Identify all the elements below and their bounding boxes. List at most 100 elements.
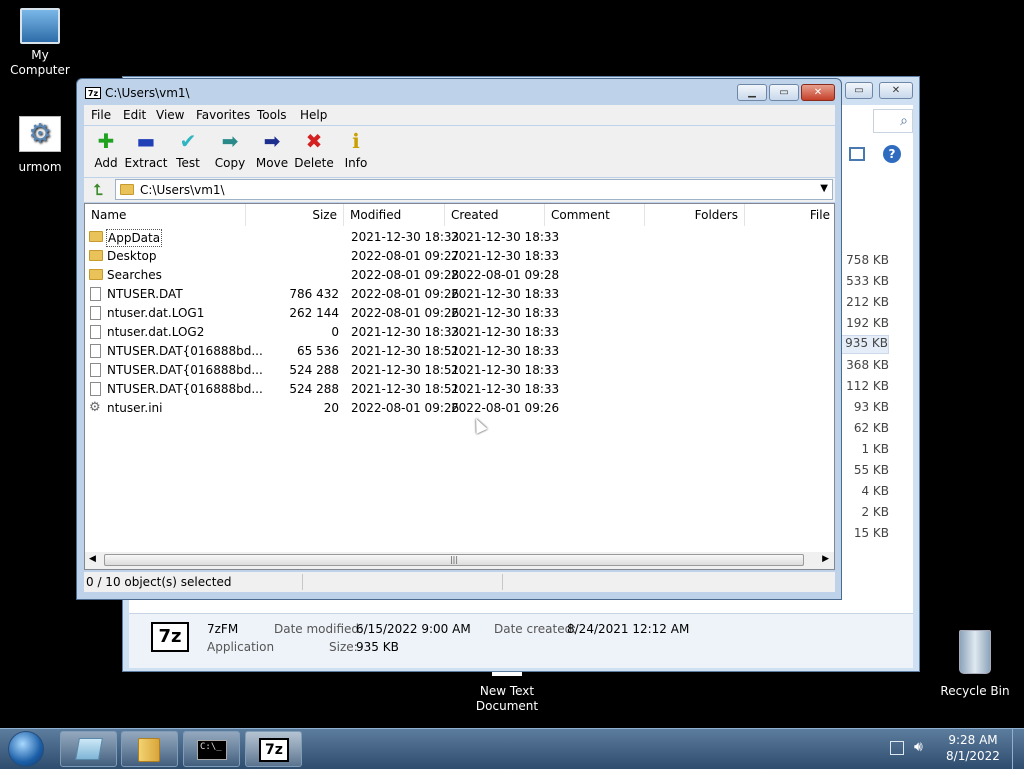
help-icon[interactable]: ? <box>883 145 901 163</box>
file-name: ntuser.ini <box>107 401 163 415</box>
list-item[interactable]: NTUSER.DAT 786 432 2022-08-01 09:26 2021… <box>85 285 834 304</box>
menu-edit[interactable]: Edit <box>123 108 146 122</box>
taskbar-7zip-button[interactable]: 7z <box>245 731 302 767</box>
size-value: 935 KB <box>356 640 399 654</box>
close-button[interactable]: ✕ <box>879 82 913 99</box>
scroll-left-icon[interactable]: ◀ <box>89 554 96 564</box>
taskbar-explorer-button[interactable] <box>121 731 178 767</box>
minimize-button[interactable]: ▁ <box>737 84 767 101</box>
file-created: 2021-12-30 18:33 <box>451 382 560 396</box>
info-label: Info <box>344 156 368 170</box>
notepad-icon <box>75 738 103 760</box>
start-orb-icon[interactable] <box>8 731 44 767</box>
file-created: 2021-12-30 18:33 <box>451 344 560 358</box>
address-text: C:\Users\vm1\ <box>140 183 225 197</box>
date-created-value: 8/24/2021 12:12 AM <box>567 622 690 636</box>
list-item[interactable]: Searches 2022-08-01 09:28 2022-08-01 09:… <box>85 266 834 285</box>
list-item[interactable]: Desktop 2022-08-01 09:27 2021-12-30 18:3… <box>85 247 834 266</box>
desktop-icon-my-computer[interactable]: My Computer <box>0 8 80 78</box>
test-button[interactable]: ✔ Test <box>166 126 210 170</box>
column-header-comment[interactable]: Comment <box>545 204 645 226</box>
clock[interactable]: 9:28 AM 8/1/2022 <box>940 732 1006 764</box>
status-text: 0 / 10 object(s) selected <box>86 575 232 589</box>
file-icon <box>90 363 101 377</box>
menu-help[interactable]: Help <box>300 108 327 122</box>
status-divider <box>502 574 503 590</box>
list-item[interactable]: ntuser.dat.LOG2 0 2021-12-30 18:33 2021-… <box>85 323 834 342</box>
maximize-button[interactable]: ▭ <box>845 82 873 99</box>
taskbar-cmd-button[interactable]: C:\_ <box>183 731 240 767</box>
file-size: 524 288 <box>289 363 339 377</box>
volume-icon[interactable]: 🔊︎ <box>914 739 923 755</box>
add-button[interactable]: ✚ Add <box>84 126 128 170</box>
menu-file[interactable]: File <box>91 108 111 122</box>
file-modified: 2022-08-01 09:26 <box>351 401 460 415</box>
file-list[interactable]: Name Size Modified Created Comment Folde… <box>84 203 835 570</box>
list-item[interactable]: NTUSER.DAT{016888bd... 524 288 2021-12-3… <box>85 361 834 380</box>
desktop-icon-urmom[interactable]: ⚙ urmom <box>0 116 80 175</box>
settings-file-icon: ⚙ <box>89 400 101 415</box>
folder-icon <box>89 231 103 242</box>
up-folder-button[interactable]: ⮤ <box>87 180 109 200</box>
chevron-down-icon[interactable]: ▼ <box>820 183 828 194</box>
copy-label: Copy <box>214 156 246 170</box>
address-input[interactable]: C:\Users\vm1\ ▼ <box>115 179 833 200</box>
list-item[interactable]: NTUSER.DAT{016888bd... 65 536 2021-12-30… <box>85 342 834 361</box>
column-header-file[interactable]: File <box>745 204 834 226</box>
list-item[interactable]: NTUSER.DAT{016888bd... 524 288 2021-12-3… <box>85 380 834 399</box>
file-size: 65 536 <box>297 344 339 358</box>
column-header-folders[interactable]: Folders <box>645 204 745 226</box>
menu-favorites[interactable]: Favorites <box>196 108 250 122</box>
horizontal-scrollbar[interactable]: ◀ ||| ▶ <box>85 552 834 569</box>
desktop-icon-new-text-document[interactable]: New Text Document <box>467 672 547 714</box>
folder-icon <box>138 738 160 762</box>
column-header-modified[interactable]: Modified <box>344 204 445 226</box>
show-desktop-button[interactable] <box>1012 729 1024 769</box>
delete-x-icon: ✖ <box>305 129 323 153</box>
file-icon <box>90 344 101 358</box>
date-modified-label: Date modified: <box>274 622 364 636</box>
info-button[interactable]: ℹ Info <box>334 126 378 170</box>
copy-button[interactable]: ➡ Copy <box>208 126 252 170</box>
delete-label: Delete <box>294 156 334 170</box>
address-bar: ⮤ C:\Users\vm1\ ▼ <box>84 178 835 202</box>
scroll-right-icon[interactable]: ▶ <box>822 554 829 564</box>
list-item[interactable]: ntuser.dat.LOG1 262 144 2022-08-01 09:26… <box>85 304 834 323</box>
file-name: ntuser.dat.LOG1 <box>107 306 205 320</box>
list-item[interactable]: ⚙ ntuser.ini 20 2022-08-01 09:26 2022-08… <box>85 399 834 418</box>
file-created: 2021-12-30 18:33 <box>451 249 560 263</box>
close-button[interactable]: ✕ <box>801 84 835 101</box>
info-icon: ℹ <box>352 129 360 153</box>
text-file-icon <box>492 672 522 676</box>
file-size: 262 144 <box>289 306 339 320</box>
taskbar-notepad-button[interactable] <box>60 731 117 767</box>
list-item[interactable]: AppData 2021-12-30 18:33 2021-12-30 18:3… <box>85 228 834 247</box>
desktop-icon-recycle-bin[interactable]: Recycle Bin <box>935 630 1015 699</box>
column-header-size[interactable]: Size <box>246 204 344 226</box>
file-icon <box>90 382 101 396</box>
search-icon[interactable]: ⌕ <box>873 109 913 133</box>
maximize-button[interactable]: ▭ <box>769 84 799 101</box>
scrollbar-thumb[interactable]: ||| <box>104 554 804 566</box>
menu-bar: File Edit View Favorites Tools Help <box>84 105 835 125</box>
details-name: 7zFM <box>207 622 239 636</box>
7z-icon: 7z <box>259 738 289 762</box>
file-size: 20 <box>323 401 339 415</box>
file-created: 2022-08-01 09:28 <box>451 268 560 282</box>
extract-button[interactable]: ▬ Extract <box>124 126 168 170</box>
delete-button[interactable]: ✖ Delete <box>292 126 336 170</box>
file-modified: 2021-12-30 18:51 <box>351 382 460 396</box>
network-icon[interactable] <box>890 741 904 755</box>
7zip-file-manager-window[interactable]: 7z C:\Users\vm1\ ▁ ▭ ✕ File Edit View Fa… <box>76 78 842 600</box>
column-header-name[interactable]: Name <box>85 204 246 226</box>
menu-tools[interactable]: Tools <box>257 108 287 122</box>
minus-icon: ▬ <box>136 129 156 153</box>
clock-time: 9:28 AM <box>948 733 998 747</box>
move-button[interactable]: ➡ Move <box>250 126 294 170</box>
column-header-created[interactable]: Created <box>445 204 545 226</box>
menu-view[interactable]: View <box>156 108 184 122</box>
preview-pane-icon[interactable] <box>849 147 865 161</box>
desktop-icon-label: My Computer <box>10 48 70 77</box>
move-arrow-icon: ➡ <box>263 129 281 153</box>
file-created: 2021-12-30 18:33 <box>451 325 560 339</box>
